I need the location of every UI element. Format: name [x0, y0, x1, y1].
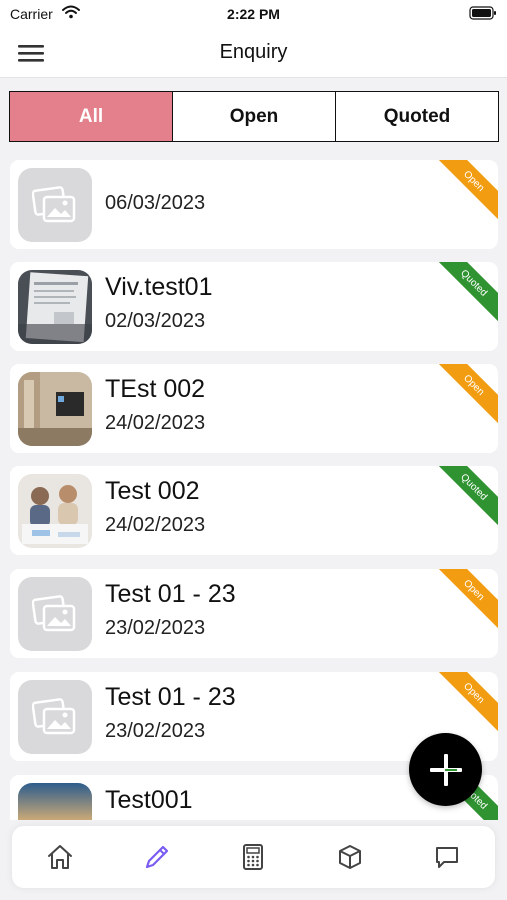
enquiry-date: 02/03/2023	[105, 310, 206, 332]
enquiry-date: 06/03/2023	[105, 192, 206, 214]
tab-calculator[interactable]	[228, 832, 278, 882]
bottom-tab-bar	[12, 826, 495, 888]
people-photo	[18, 474, 92, 548]
segment-open[interactable]: Open	[173, 92, 336, 141]
status-time: 2:22 PM	[227, 6, 280, 22]
sunset-photo	[18, 783, 92, 820]
filter-segmented-control: All Open Quoted	[9, 91, 499, 142]
plus-icon	[429, 753, 462, 786]
enquiry-date: 23/02/2023	[105, 720, 206, 742]
enquiry-date: 23/02/2023	[105, 617, 206, 639]
enquiry-title: Test 01 - 23	[105, 580, 236, 608]
pencil-icon	[145, 845, 168, 869]
status-ribbon: Quoted	[427, 262, 498, 330]
enquiry-card[interactable]: Test 002 24/02/2023 Quoted	[10, 466, 498, 555]
enquiry-title: Test 002	[105, 477, 200, 505]
enquiry-card[interactable]: 06/03/2023 Open	[10, 160, 498, 249]
segment-all[interactable]: All	[10, 92, 173, 141]
tab-home[interactable]	[35, 832, 85, 882]
box-icon	[339, 845, 362, 869]
enquiry-date: 24/02/2023	[105, 514, 206, 536]
document-photo	[18, 270, 92, 344]
enquiry-date: 24/02/2023	[105, 412, 206, 434]
status-ribbon: Open	[427, 569, 498, 637]
placeholder-image-icon	[18, 577, 92, 651]
placeholder-image-icon	[18, 168, 92, 242]
placeholder-image-icon	[18, 680, 92, 754]
add-enquiry-button[interactable]	[409, 733, 482, 806]
enquiry-title: Test 01 - 23	[105, 683, 236, 711]
enquiry-card[interactable]: TEst 002 24/02/2023 Open	[10, 364, 498, 453]
enquiry-list[interactable]: 06/03/2023 Open Viv.test01 02/03/2023 Qu…	[0, 160, 507, 820]
status-ribbon: Open	[427, 160, 498, 228]
nav-bar: Enquiry	[0, 28, 507, 78]
enquiry-title: TEst 002	[105, 375, 206, 403]
tab-messages[interactable]	[422, 832, 472, 882]
segment-quoted[interactable]: Quoted	[336, 92, 498, 141]
enquiry-title: Test001	[105, 786, 193, 814]
status-ribbon: Quoted	[427, 466, 498, 534]
status-ribbon: Open	[427, 364, 498, 432]
tab-products[interactable]	[325, 832, 375, 882]
tab-enquiry[interactable]	[132, 832, 182, 882]
enquiry-card[interactable]: Viv.test01 02/03/2023 Quoted	[10, 262, 498, 351]
page-title: Enquiry	[219, 41, 288, 63]
chat-bubble-icon	[435, 847, 458, 868]
status-ribbon: Open	[427, 672, 498, 740]
room-photo	[18, 372, 92, 446]
battery-icon	[469, 6, 496, 20]
calculator-icon	[243, 844, 264, 870]
home-icon	[48, 845, 73, 869]
enquiry-card[interactable]: Test 01 - 23 23/02/2023 Open	[10, 569, 498, 658]
status-bar: Carrier 2:22 PM	[0, 0, 507, 28]
enquiry-title: Viv.test01	[105, 273, 213, 301]
